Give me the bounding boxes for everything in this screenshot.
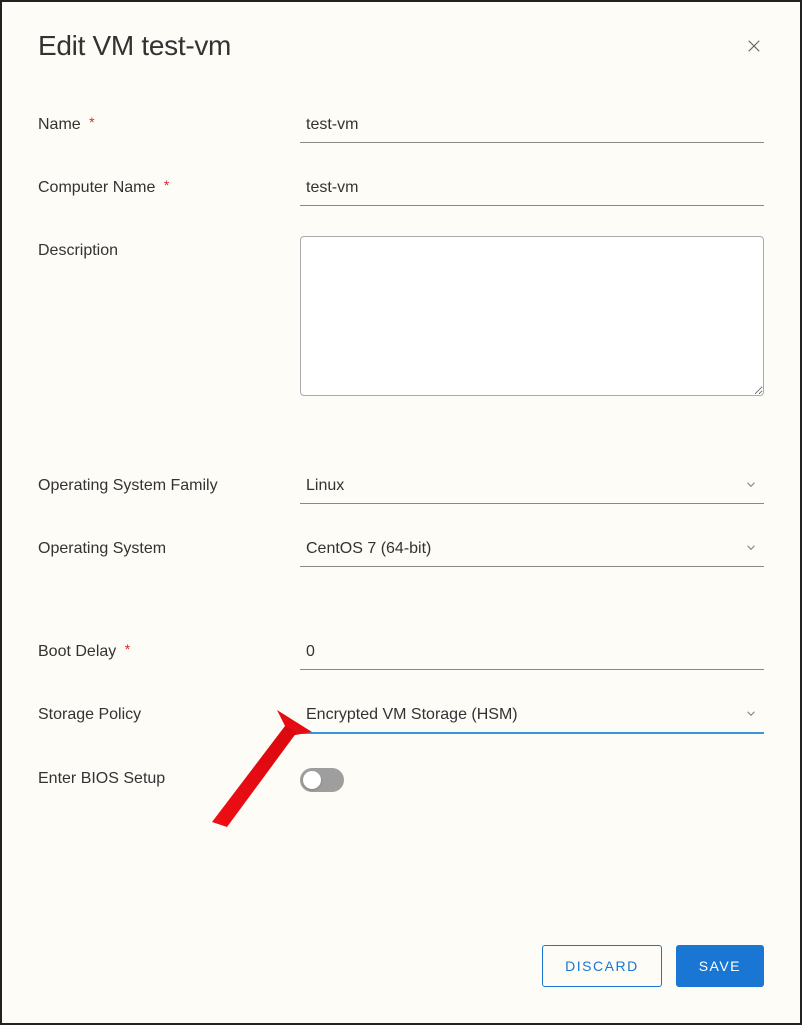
close-icon[interactable] (744, 36, 764, 56)
label-text: Boot Delay (38, 643, 116, 660)
description-textarea[interactable] (300, 236, 764, 396)
os-select[interactable]: CentOS 7 (64-bit) (300, 534, 764, 567)
os-family-label: Operating System Family (38, 471, 300, 495)
os-label: Operating System (38, 534, 300, 558)
required-marker: * (164, 177, 169, 193)
label-text: Name (38, 116, 81, 133)
edit-vm-dialog: Edit VM test-vm Name * Computer Name * D… (0, 0, 802, 1025)
storage-policy-label: Storage Policy (38, 700, 300, 724)
toggle-knob (303, 771, 321, 789)
save-button[interactable]: SAVE (676, 945, 764, 987)
computer-name-input[interactable] (300, 173, 764, 206)
dialog-header: Edit VM test-vm (38, 30, 764, 62)
row-enter-bios: Enter BIOS Setup (38, 764, 764, 792)
required-marker: * (89, 114, 94, 130)
select-value: Linux (300, 471, 764, 503)
row-storage-policy: Storage Policy Encrypted VM Storage (HSM… (38, 700, 764, 734)
row-boot-delay: Boot Delay * (38, 637, 764, 670)
description-label: Description (38, 236, 300, 260)
computer-name-label: Computer Name * (38, 173, 300, 197)
enter-bios-label: Enter BIOS Setup (38, 764, 300, 788)
name-label: Name * (38, 110, 300, 134)
boot-delay-input[interactable] (300, 637, 764, 670)
boot-delay-label: Boot Delay * (38, 637, 300, 661)
section-gap (38, 597, 764, 637)
dialog-title: Edit VM test-vm (38, 30, 231, 62)
dialog-footer: DISCARD SAVE (542, 945, 764, 987)
select-value: CentOS 7 (64-bit) (300, 534, 764, 566)
row-os-family: Operating System Family Linux (38, 471, 764, 504)
row-name: Name * (38, 110, 764, 143)
row-computer-name: Computer Name * (38, 173, 764, 206)
name-input[interactable] (300, 110, 764, 143)
required-marker: * (125, 641, 130, 657)
select-value: Encrypted VM Storage (HSM) (300, 700, 764, 732)
storage-policy-select[interactable]: Encrypted VM Storage (HSM) (300, 700, 764, 734)
section-gap (38, 431, 764, 471)
discard-button[interactable]: DISCARD (542, 945, 662, 987)
enter-bios-toggle[interactable] (300, 768, 344, 792)
row-os: Operating System CentOS 7 (64-bit) (38, 534, 764, 567)
os-family-select[interactable]: Linux (300, 471, 764, 504)
row-description: Description (38, 236, 764, 401)
label-text: Computer Name (38, 179, 155, 196)
